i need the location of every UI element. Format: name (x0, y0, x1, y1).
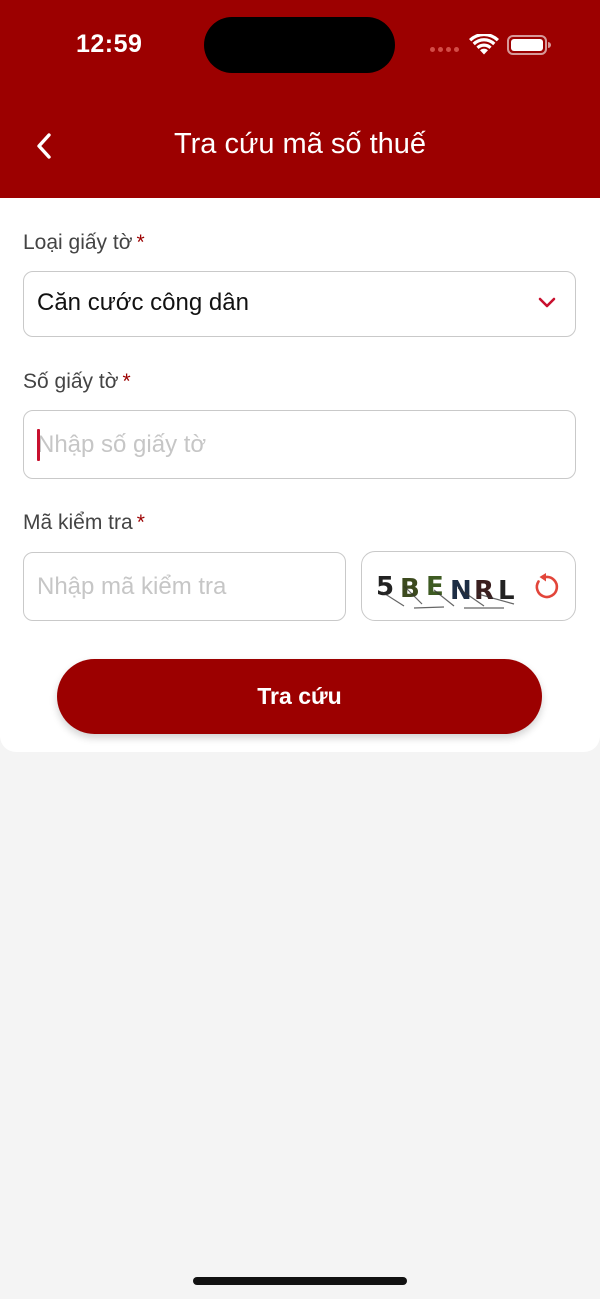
home-indicator[interactable] (193, 1277, 407, 1285)
doc-type-label: Loại giấy tờ * (23, 231, 145, 255)
dynamic-island (204, 17, 395, 73)
captcha-field[interactable] (23, 552, 346, 621)
doc-number-label: Số giấy tờ * (23, 370, 131, 394)
doc-type-select[interactable]: Căn cước công dân (23, 271, 576, 337)
submit-button[interactable]: Tra cứu (57, 659, 542, 734)
captcha-label: Mã kiểm tra * (23, 511, 145, 535)
doc-type-value: Căn cước công dân (37, 289, 249, 316)
captcha-input[interactable] (24, 553, 345, 620)
wifi-icon (469, 34, 499, 55)
nav-bar: Tra cứu mã số thuế (0, 110, 600, 180)
captcha-char: E (426, 572, 444, 602)
chevron-down-icon (538, 297, 556, 308)
status-bar: 12:59 (0, 0, 600, 90)
captcha-char: N (450, 576, 472, 606)
captcha-label-text: Mã kiểm tra (23, 511, 133, 534)
doc-number-label-text: Số giấy tờ (23, 370, 119, 393)
refresh-icon[interactable] (531, 572, 561, 602)
text-caret (37, 429, 40, 461)
form-card: Loại giấy tờ * Căn cước công dân Số giấy … (0, 198, 600, 752)
status-time: 12:59 (76, 30, 143, 58)
battery-icon (507, 35, 551, 55)
page-title: Tra cứu mã số thuế (173, 128, 427, 160)
doc-number-input[interactable] (24, 411, 575, 478)
required-mark: * (122, 370, 131, 393)
screen: 12:59 Tra cứu mã số thuế Loại giấy tờ * … (0, 0, 600, 1299)
header: 12:59 Tra cứu mã số thuế (0, 0, 600, 198)
captcha-image: 5 B E N R L (376, 572, 515, 609)
captcha-box: 5 B E N R L (361, 551, 576, 621)
required-mark: * (136, 511, 145, 534)
doc-number-field[interactable] (23, 410, 576, 479)
doc-type-label-text: Loại giấy tờ (23, 231, 133, 254)
signal-icon (430, 47, 462, 53)
required-mark: * (136, 231, 145, 254)
